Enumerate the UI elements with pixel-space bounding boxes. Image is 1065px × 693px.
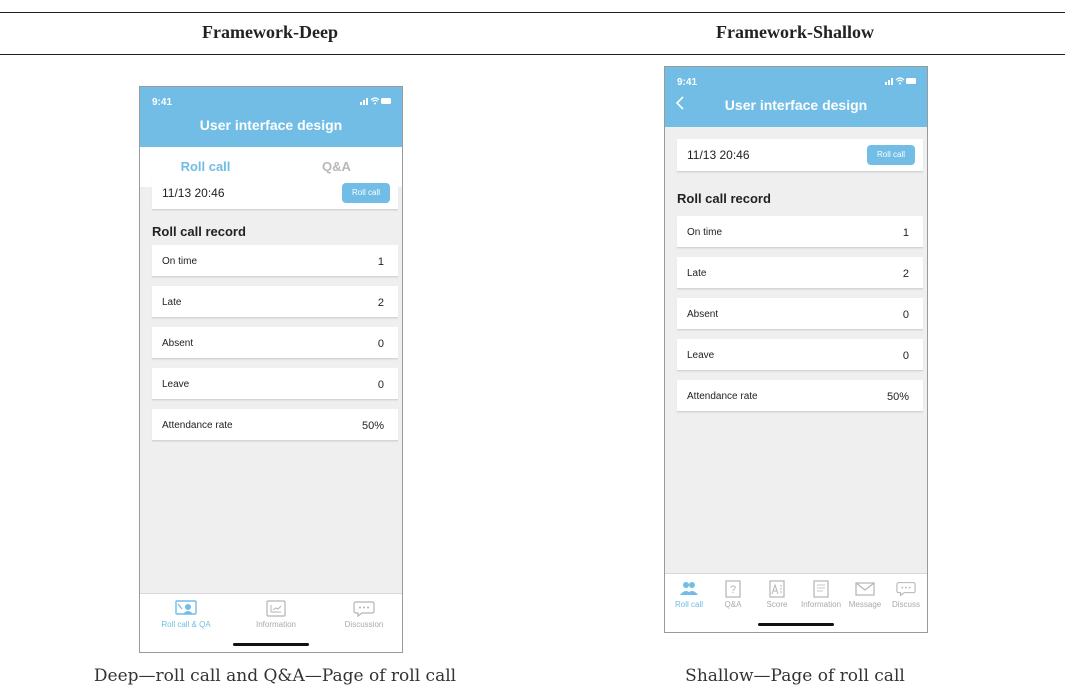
record-label: On time [687, 227, 723, 238]
record-row-leave: Leave 0 [677, 339, 923, 371]
record-label: Absent [162, 338, 194, 349]
roll-call-qa-icon [175, 600, 197, 615]
record-row-late: Late 2 [152, 286, 398, 318]
nav-label: Q&A [724, 600, 742, 609]
record-value: 2 [902, 268, 909, 280]
shallow-phone-screen: 9:41 User interface design 11/13 20:46 R… [664, 66, 928, 633]
nav-label: Roll call [674, 600, 703, 609]
record-value: 0 [377, 379, 384, 391]
score-icon [769, 580, 785, 598]
page-title: User interface design [199, 117, 343, 133]
record-value: 0 [377, 338, 384, 350]
nav-label: Roll call & QA [161, 620, 211, 629]
record-row-attendance-rate: Attendance rate 50% [677, 380, 923, 412]
nav-label: Discussion [344, 620, 384, 629]
information-icon [813, 580, 829, 598]
bottom-nav: Roll call ? Q&A Score Information Messag… [665, 573, 927, 632]
nav-label: Message [848, 600, 882, 609]
record-value: 0 [902, 309, 909, 321]
record-row-on-time: On time 1 [677, 216, 923, 248]
header-rule [0, 54, 1065, 55]
app-header: 9:41 User interface design [140, 87, 402, 147]
record-label: Leave [687, 350, 715, 361]
record-row-late: Late 2 [677, 257, 923, 289]
record-title: Roll call record [152, 224, 246, 239]
nav-information[interactable]: Information [240, 600, 312, 629]
roll-call-icon [680, 582, 698, 595]
record-label: Attendance rate [687, 391, 758, 402]
home-indicator [758, 623, 834, 626]
record-title: Roll call record [677, 191, 771, 206]
record-value: 2 [377, 297, 384, 309]
date-card: 11/13 20:46 Roll call [152, 177, 398, 210]
nav-label: Score [766, 600, 788, 609]
roll-call-button[interactable]: Roll call [342, 183, 390, 203]
record-label: Attendance rate [162, 420, 233, 431]
nav-roll-call-qa[interactable]: Roll call & QA [148, 600, 224, 629]
deep-phone-screen: 9:41 User interface design Roll call Q&A… [139, 86, 403, 653]
record-value: 0 [902, 350, 909, 362]
record-row-leave: Leave 0 [152, 368, 398, 400]
record-label: Late [687, 268, 707, 279]
record-row-absent: Absent 0 [677, 298, 923, 330]
record-label: Absent [687, 309, 719, 320]
information-icon [266, 600, 286, 617]
column-heading-deep: Framework-Deep [202, 22, 338, 42]
record-value: 1 [377, 256, 384, 268]
column-heading-shallow: Framework-Shallow [716, 22, 874, 42]
caption-deep: Deep—roll call and Q&A—Page of roll call [93, 666, 457, 686]
roll-call-date: 11/13 20:46 [687, 148, 750, 162]
home-indicator [233, 643, 309, 646]
status-icons [360, 97, 391, 105]
record-value: 1 [902, 227, 909, 239]
bottom-nav: Roll call & QA Information Discussion [140, 593, 402, 652]
status-icons [885, 77, 916, 85]
record-label: On time [162, 256, 198, 267]
record-label: Late [162, 297, 182, 308]
nav-message[interactable]: Message [845, 580, 885, 609]
discussion-icon [896, 582, 916, 597]
date-card: 11/13 20:46 Roll call [677, 139, 923, 172]
status-time: 9:41 [677, 77, 698, 88]
roll-call-date: 11/13 20:46 [162, 186, 225, 200]
svg-text:?: ? [730, 584, 736, 596]
record-value: 50% [886, 391, 909, 403]
nav-qa[interactable]: ? Q&A [713, 580, 753, 609]
status-time: 9:41 [152, 97, 173, 108]
record-value: 50% [361, 420, 384, 432]
nav-label: Discuss [891, 600, 920, 609]
nav-discuss[interactable]: Discuss [887, 580, 925, 609]
message-icon [855, 582, 875, 596]
discussion-icon [353, 601, 375, 618]
nav-information[interactable]: Information [801, 580, 841, 609]
nav-label: Information [255, 620, 297, 629]
record-label: Leave [162, 379, 190, 390]
caption-shallow: Shallow—Page of roll call [685, 666, 905, 686]
app-header: 9:41 User interface design [665, 67, 927, 127]
roll-call-button[interactable]: Roll call [867, 145, 915, 165]
nav-score[interactable]: Score [757, 580, 797, 609]
nav-roll-call[interactable]: Roll call [669, 580, 709, 609]
record-row-attendance-rate: Attendance rate 50% [152, 409, 398, 441]
nav-discussion[interactable]: Discussion [328, 600, 400, 629]
question-icon: ? [725, 580, 741, 598]
nav-label: Information [801, 600, 842, 609]
record-row-on-time: On time 1 [152, 245, 398, 277]
top-rule [0, 12, 1065, 13]
record-row-absent: Absent 0 [152, 327, 398, 359]
page-title: User interface design [724, 97, 868, 113]
